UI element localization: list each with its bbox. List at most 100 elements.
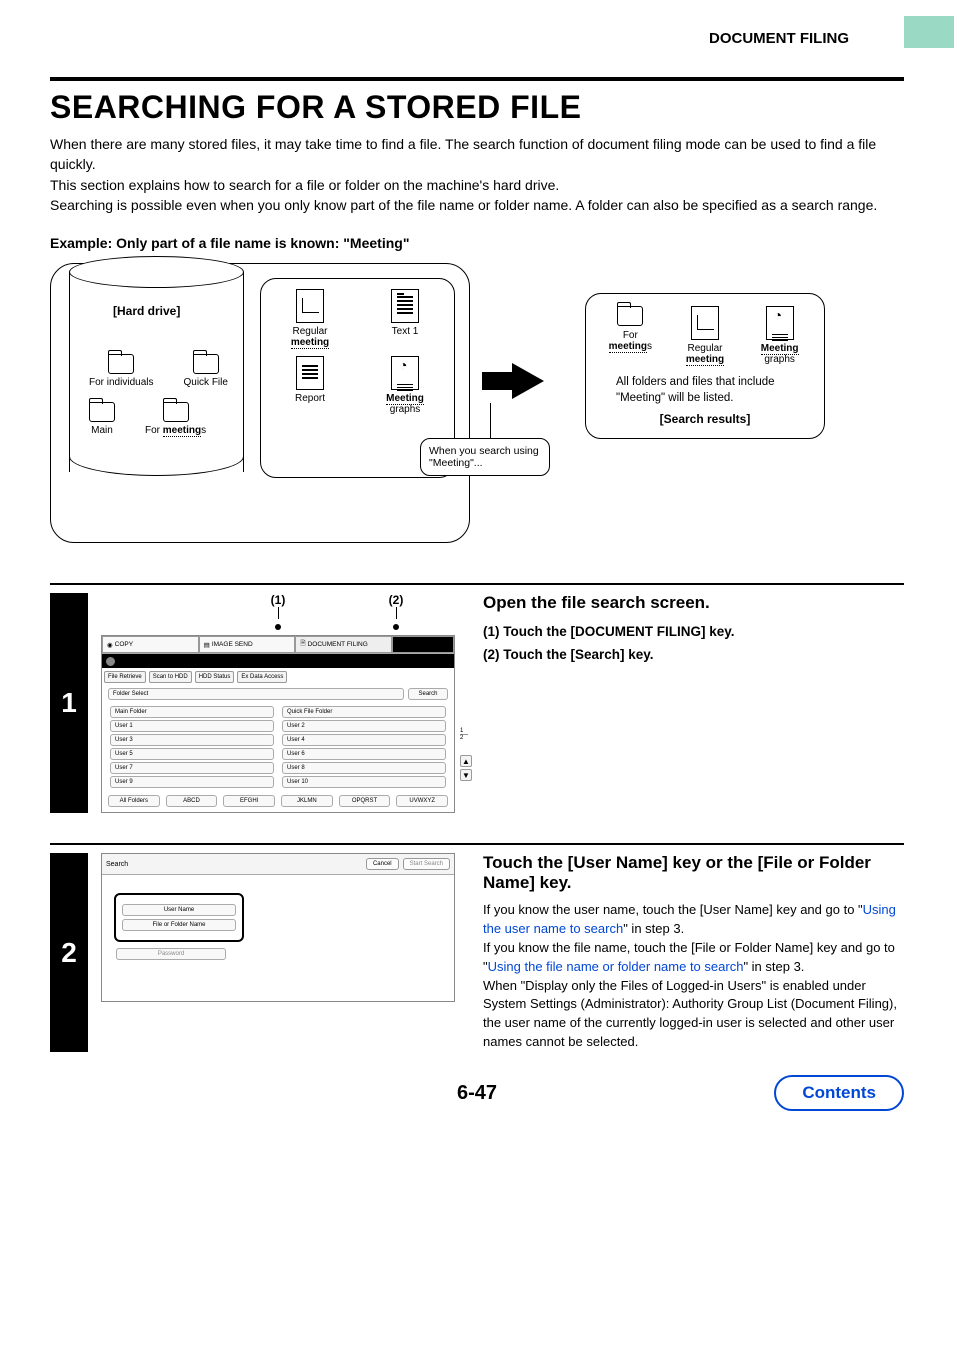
page-indicator: 1 2 ▲ ▼ — [460, 728, 472, 783]
user-folder[interactable]: User 9 — [110, 776, 274, 788]
user-folder[interactable]: User 8 — [282, 762, 446, 774]
subtab-ex-data-access[interactable]: Ex Data Access — [237, 671, 287, 683]
folder-quick-file: Quick File — [183, 354, 227, 388]
chart-file-icon — [296, 289, 324, 323]
file-regular-meeting: Regular meeting — [278, 289, 343, 348]
hd-folders: For individuals Quick File Main For meet… — [89, 354, 239, 450]
user-folder[interactable]: User 2 — [282, 720, 446, 732]
results-note: All folders and files that include "Meet… — [616, 375, 802, 406]
results-label: [Search results] — [598, 412, 812, 426]
step2-body: If you know the user name, touch the [Us… — [483, 901, 904, 1052]
lines-file-icon — [296, 356, 324, 390]
results-panel: For meetings Regular meeting Meeting gra… — [585, 293, 825, 439]
hard-drive-label: [Hard drive] — [113, 304, 180, 318]
step1-item-1: (1) Touch the [DOCUMENT FILING] key. — [483, 621, 904, 644]
result-meeting-graphs: Meeting graphs — [750, 306, 810, 365]
result-regular-meeting: Regular meeting — [675, 306, 735, 365]
user-folder[interactable]: User 1 — [110, 720, 274, 732]
device-panel-1: ◉ COPY ▤ IMAGE SEND 🗎 DOCUMENT FILING Fi… — [101, 635, 455, 813]
folder-individuals: For individuals — [89, 354, 153, 388]
header-section: DOCUMENT FILING — [50, 30, 904, 47]
user-folder[interactable]: User 7 — [110, 762, 274, 774]
clock-file-icon — [391, 356, 419, 390]
step-number-2: 2 — [50, 853, 88, 1052]
folder-icon — [193, 354, 219, 374]
intro-p1: When there are many stored files, it may… — [50, 134, 904, 175]
file-report: Report — [278, 356, 343, 415]
folder-main: Main — [89, 402, 115, 436]
example-label: Example: Only part of a file name is kno… — [50, 235, 904, 251]
clock-file-icon — [766, 306, 794, 340]
tab-blank — [392, 636, 454, 653]
step2-rule — [50, 843, 904, 845]
text-file-icon — [391, 289, 419, 323]
title-rule-top — [50, 77, 904, 81]
step-number-1: 1 — [50, 593, 88, 813]
marker-1: (1) — [219, 593, 337, 633]
start-search-button[interactable]: Start Search — [403, 858, 450, 870]
cancel-button[interactable]: Cancel — [366, 858, 399, 870]
file-meeting-graphs: Meeting graphs — [373, 356, 438, 415]
step2-heading: Touch the [User Name] key or the [File o… — [483, 853, 904, 893]
user-folder[interactable]: User 4 — [282, 734, 446, 746]
user-name-button[interactable]: User Name — [122, 904, 236, 916]
callout-bubble: When you search using "Meeting"... — [420, 438, 550, 476]
right-arrow-icon — [512, 363, 544, 399]
subtab-scan-to-hdd[interactable]: Scan to HDD — [149, 671, 192, 683]
intro-p2: This section explains how to search for … — [50, 175, 904, 195]
link-file-name-search[interactable]: Using the file name or folder name to se… — [488, 959, 744, 974]
quick-file-folder-button[interactable]: Quick File Folder — [282, 706, 446, 718]
concept-diagram: [Hard drive] For individuals Quick File … — [50, 263, 904, 543]
chart-file-icon — [691, 306, 719, 340]
search-screen-title: Search — [106, 861, 362, 868]
device-status-bar — [102, 654, 454, 668]
highlighted-options: User Name File or Folder Name — [114, 893, 244, 942]
folder-for-meetings: For meetings — [145, 402, 206, 436]
tab-document-filing[interactable]: 🗎 DOCUMENT FILING — [295, 636, 392, 653]
folder-icon — [89, 402, 115, 422]
password-button[interactable]: Password — [116, 948, 226, 960]
step1-rule — [50, 583, 904, 585]
main-folder-button[interactable]: Main Folder — [110, 706, 274, 718]
user-folder[interactable]: User 10 — [282, 776, 446, 788]
folder-icon — [108, 354, 134, 374]
alpha-opqrst[interactable]: OPQRST — [339, 795, 391, 807]
step-1: 1 (1) (2) ◉ COPY ▤ IMAGE SEND 🗎 DOCUMENT… — [50, 593, 904, 813]
globe-icon — [106, 657, 115, 666]
scroll-down-button[interactable]: ▼ — [460, 769, 472, 781]
arrow-block: When you search using "Meeting"... — [480, 363, 575, 399]
step1-markers: (1) (2) — [101, 593, 455, 633]
user-folder[interactable]: User 6 — [282, 748, 446, 760]
alpha-all[interactable]: All Folders — [108, 795, 160, 807]
intro-block: When there are many stored files, it may… — [50, 134, 904, 215]
tab-image-send[interactable]: ▤ IMAGE SEND — [199, 636, 296, 653]
device-panel-2: Search Cancel Start Search User Name Fil… — [101, 853, 455, 1002]
user-folder[interactable]: User 3 — [110, 734, 274, 746]
folder-select-label: Folder Select — [108, 688, 404, 700]
step-2: 2 Search Cancel Start Search User Name F… — [50, 853, 904, 1052]
user-folder[interactable]: User 5 — [110, 748, 274, 760]
folder-icon — [617, 306, 643, 326]
section-color-tab — [904, 16, 954, 48]
file-or-folder-name-button[interactable]: File or Folder Name — [122, 919, 236, 931]
intro-p3: Searching is possible even when you only… — [50, 195, 904, 215]
alpha-uvwxyz[interactable]: UVWXYZ — [396, 795, 448, 807]
alpha-abcd[interactable]: ABCD — [166, 795, 218, 807]
folder-icon — [163, 402, 189, 422]
marker-2: (2) — [337, 593, 455, 633]
alpha-jklmn[interactable]: JKLMN — [281, 795, 333, 807]
contents-button[interactable]: Contents — [774, 1075, 904, 1111]
alpha-efghi[interactable]: EFGHI — [223, 795, 275, 807]
result-folder-meetings: For meetings — [600, 306, 660, 365]
file-text1: Text 1 — [373, 289, 438, 348]
step1-list: (1) Touch the [DOCUMENT FILING] key. (2)… — [483, 621, 904, 667]
subtab-file-retrieve[interactable]: File Retrieve — [104, 671, 146, 683]
scroll-up-button[interactable]: ▲ — [460, 755, 472, 767]
search-button[interactable]: Search — [408, 688, 448, 700]
hard-drive-panel: [Hard drive] For individuals Quick File … — [50, 263, 470, 543]
page-title: SEARCHING FOR A STORED FILE — [50, 89, 904, 126]
step1-item-2: (2) Touch the [Search] key. — [483, 644, 904, 667]
callout-connector — [490, 403, 491, 443]
tab-copy[interactable]: ◉ COPY — [102, 636, 199, 653]
subtab-hdd-status[interactable]: HDD Status — [195, 671, 235, 683]
